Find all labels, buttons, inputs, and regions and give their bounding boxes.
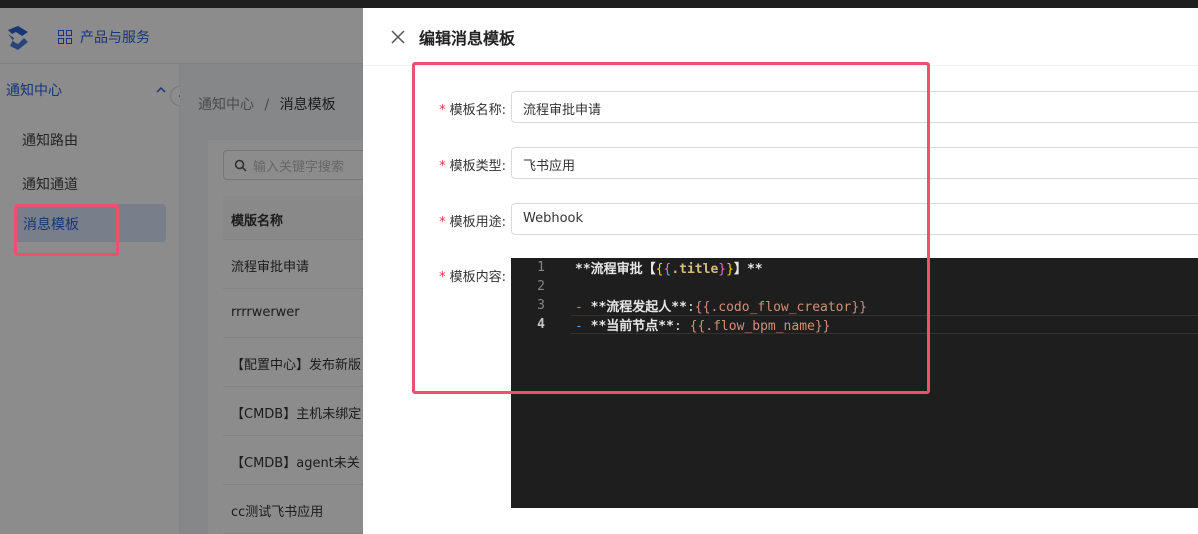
highlight-annotation-form <box>412 62 930 394</box>
drawer-header: 编辑消息模板 <box>363 8 1198 66</box>
highlight-annotation-sidebar <box>14 204 119 256</box>
close-icon[interactable] <box>389 28 407 46</box>
drawer-title: 编辑消息模板 <box>419 29 516 48</box>
